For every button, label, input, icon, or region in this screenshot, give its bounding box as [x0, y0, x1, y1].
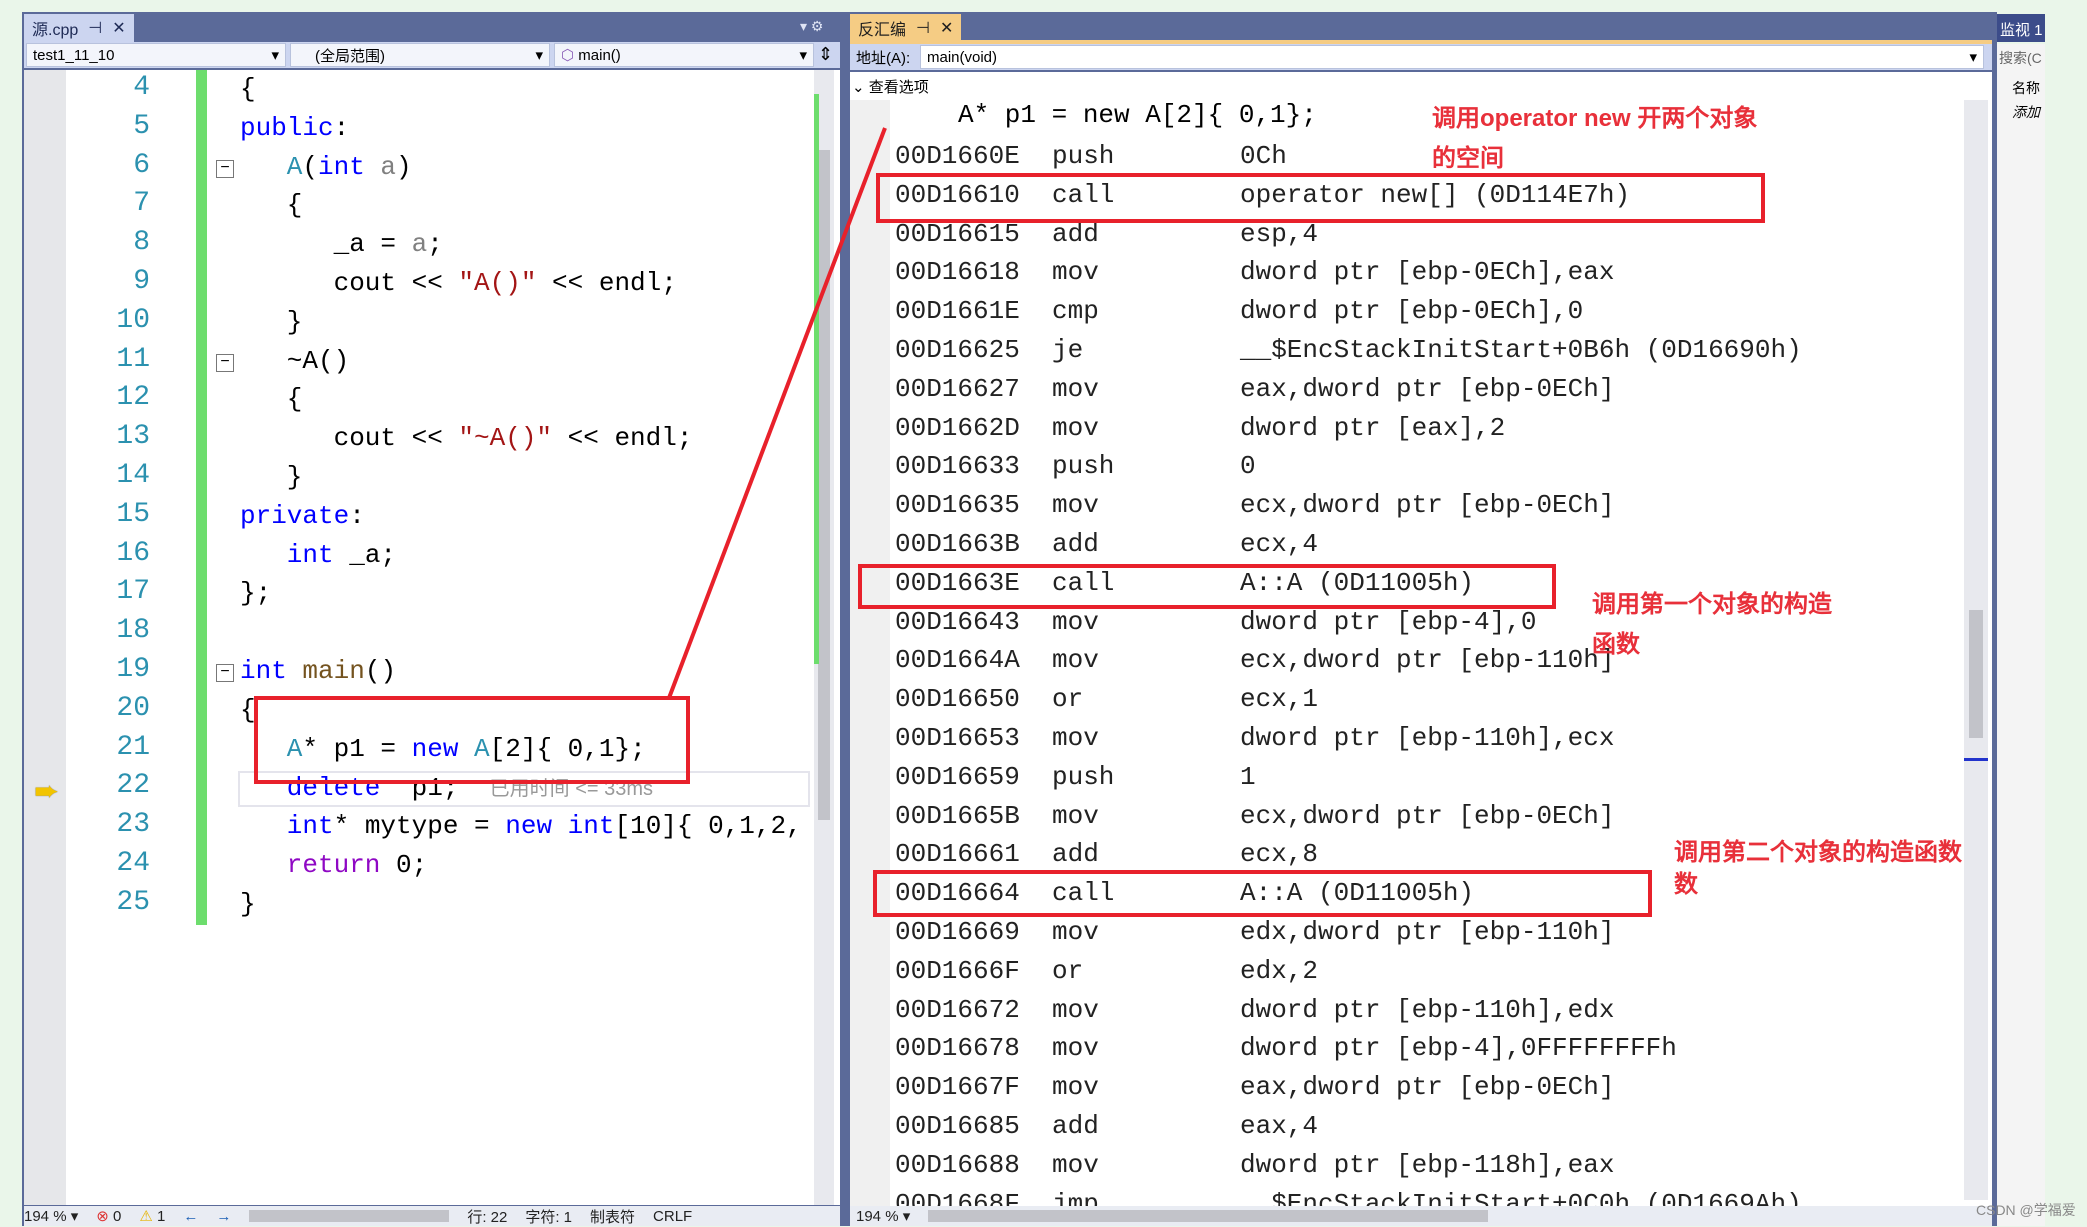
- annotation-ctor-1-cont: 函数: [1592, 631, 1640, 658]
- annotation-ctor-1: 调用第一个对象的构造: [1592, 591, 1832, 618]
- annotation-ctor-2-cont: 数: [1674, 871, 1698, 898]
- annotation-operator-new: 调用operator new 开两个对象: [1432, 105, 1758, 132]
- annotation-operator-new-cont: 的空间: [1432, 145, 1504, 172]
- annotation-ctor-2: 调用第二个对象的构造函数: [1674, 839, 1962, 866]
